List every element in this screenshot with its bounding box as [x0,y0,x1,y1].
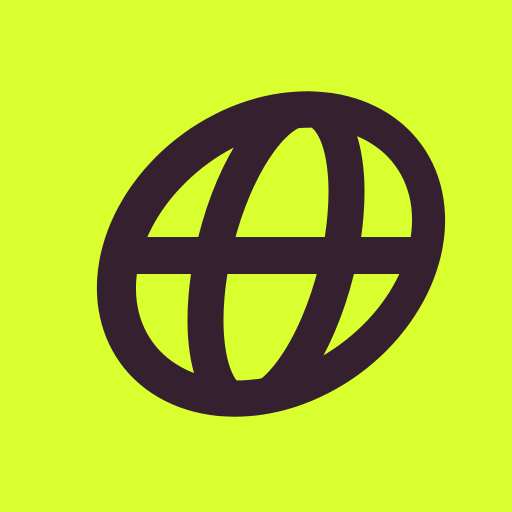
app-icon [0,0,512,512]
globe-icon-svg [0,0,512,512]
